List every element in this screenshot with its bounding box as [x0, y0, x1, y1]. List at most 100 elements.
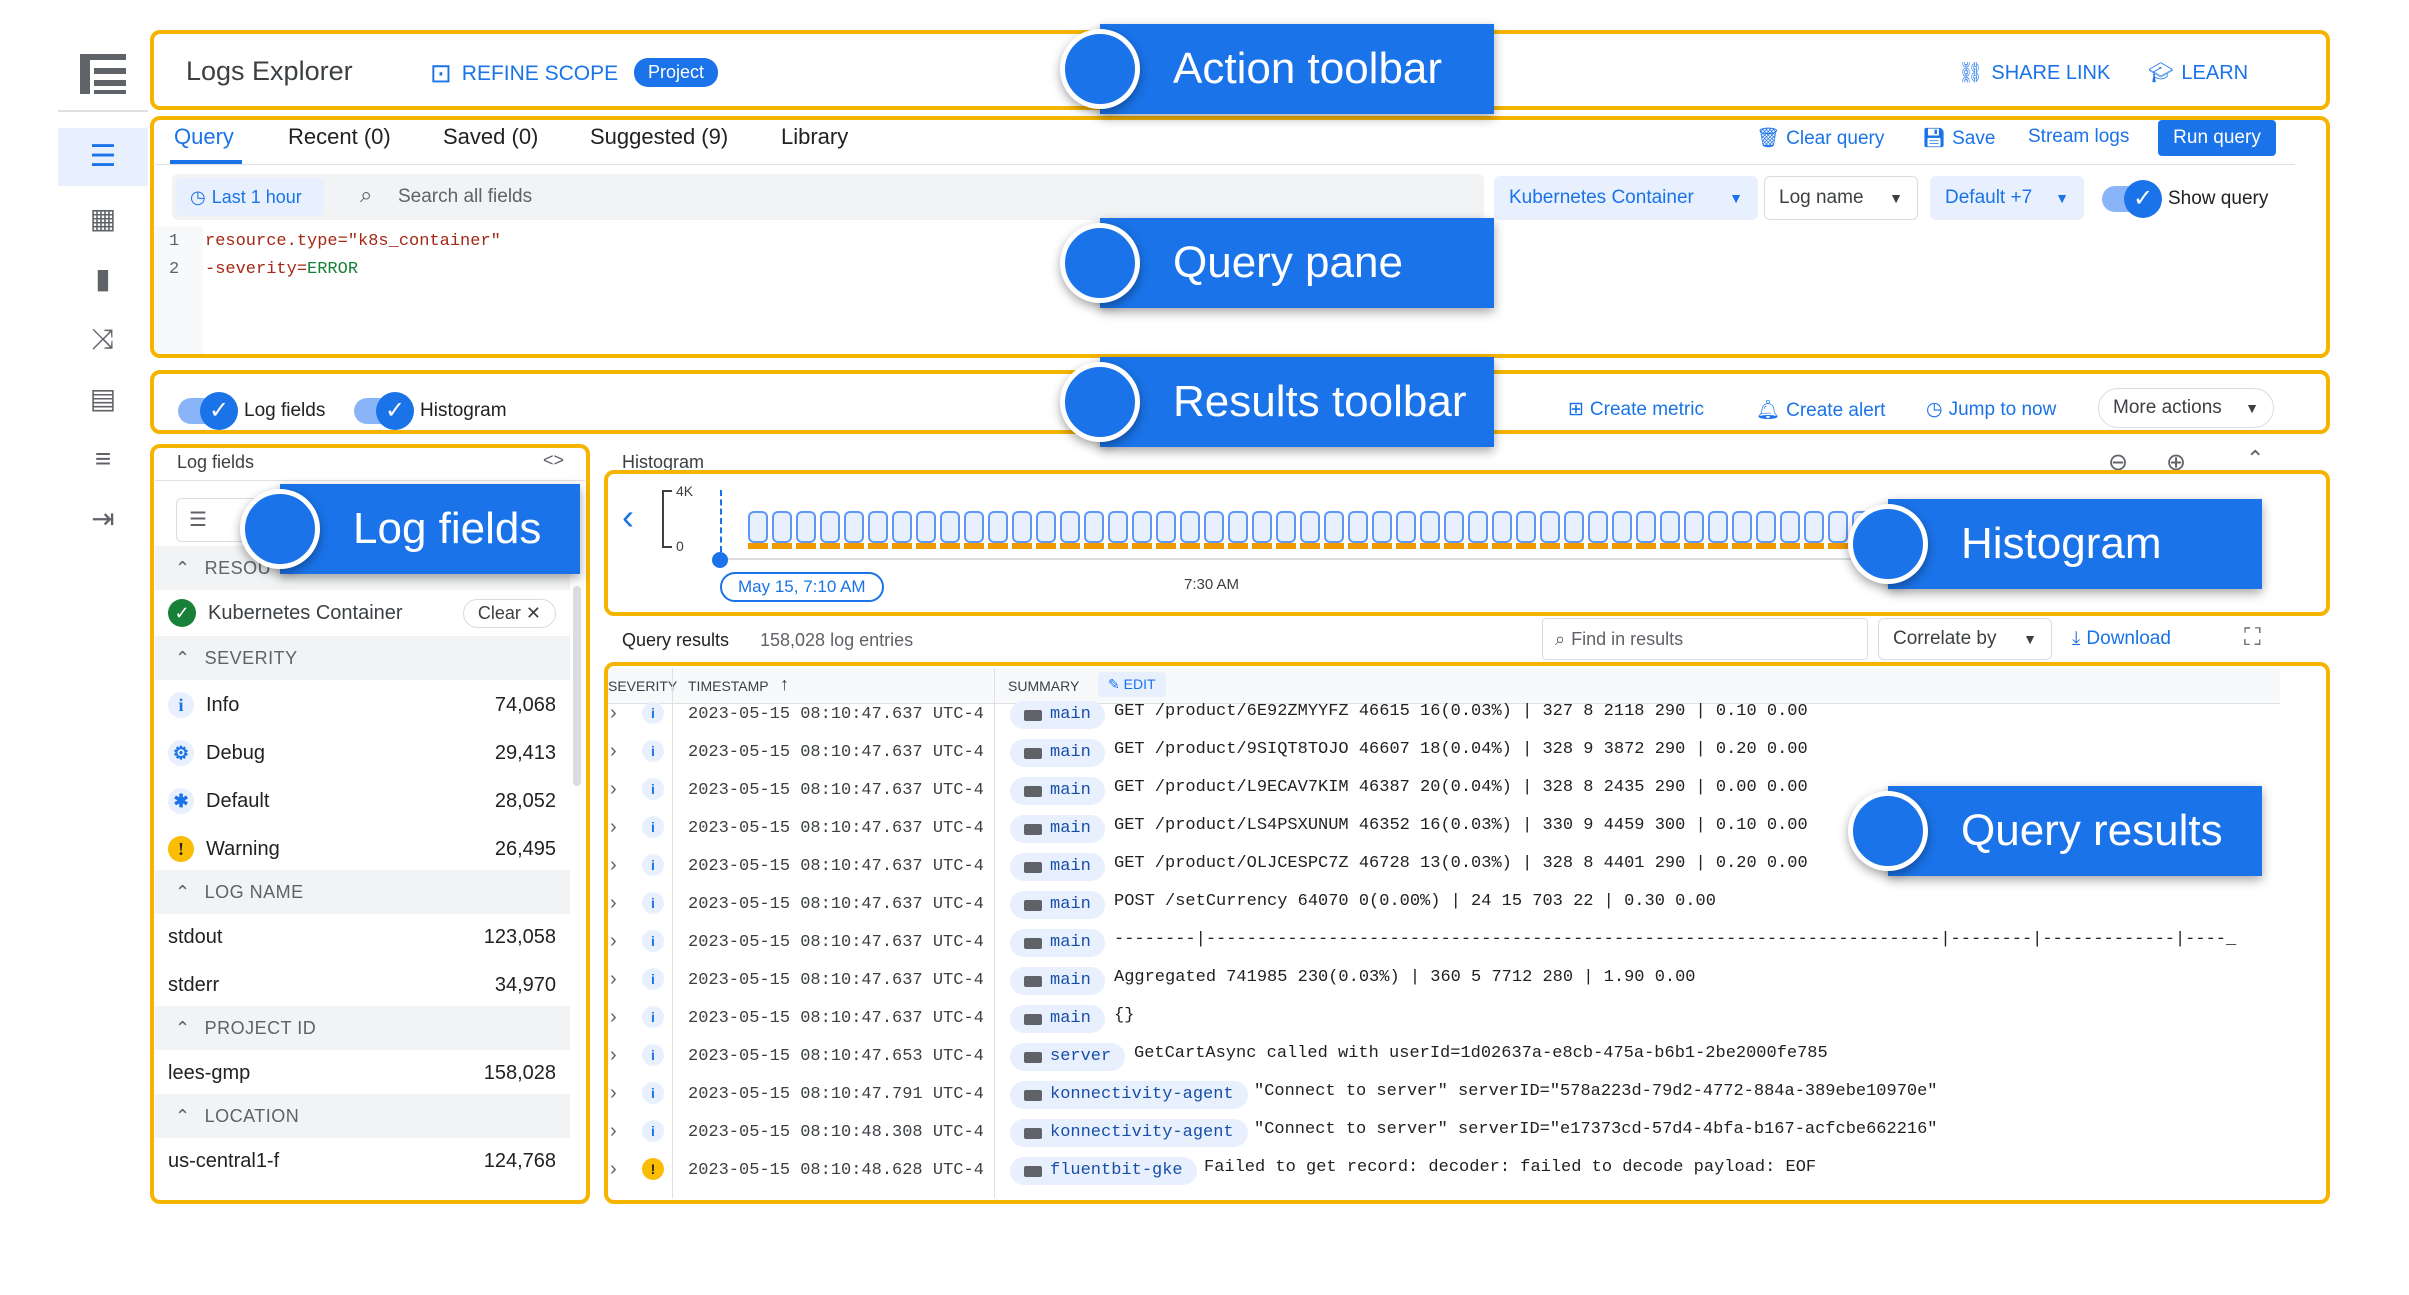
clear-filter-chip[interactable]: Clear ✕: [462, 598, 556, 628]
time-range-chip[interactable]: ◷ Last 1 hour: [176, 178, 324, 216]
severity-row-debug[interactable]: ⚙ Debug 29,413: [168, 730, 570, 776]
collapse-histogram-icon[interactable]: ⌃: [2246, 446, 2264, 472]
log-fields-divider: [155, 480, 585, 481]
resource-dropdown[interactable]: Kubernetes Container ▼: [1494, 176, 1758, 220]
clear-query-button[interactable]: 🗑︎ Clear query: [1756, 126, 1884, 150]
search-input[interactable]: Search all fields: [398, 186, 532, 208]
table-row[interactable]: › i 2023-05-15 08:10:47.791 UTC-4 konnectiv…: [604, 1076, 2264, 1114]
row-tag[interactable]: main: [1010, 777, 1105, 805]
tab-query[interactable]: Query: [174, 124, 234, 150]
severity-count: 28,052: [494, 789, 556, 812]
logs-menu-icon[interactable]: [80, 54, 126, 94]
jump-to-now-button[interactable]: ◷ Jump to now: [1926, 398, 2056, 421]
tab-library[interactable]: Library: [781, 124, 848, 150]
zoom-in-icon[interactable]: ⊕: [2166, 448, 2186, 477]
severity-dropdown[interactable]: Default +7 ▼: [1930, 176, 2084, 220]
fullscreen-icon[interactable]: ⛶: [2244, 624, 2261, 652]
tab-saved[interactable]: Saved (0): [443, 124, 538, 150]
log-fields-toggle[interactable]: ✓: [178, 392, 238, 430]
col-timestamp[interactable]: TIMESTAMP: [688, 678, 769, 694]
close-icon: ✕: [525, 602, 541, 623]
tab-suggested[interactable]: Suggested (9): [590, 124, 728, 150]
learn-button[interactable]: 🎓︎ LEARN: [2148, 60, 2248, 85]
create-alert-button[interactable]: 🔔︎ Create alert: [1756, 398, 1885, 422]
save-button[interactable]: 💾︎ Save: [1922, 126, 1995, 150]
scope-badge: Project: [634, 58, 719, 87]
severity-section-header[interactable]: ⌃ SEVERITY: [155, 636, 570, 680]
location-row[interactable]: us-central1-f 124,768: [168, 1138, 570, 1184]
stream-logs-button[interactable]: Stream logs: [2028, 126, 2129, 148]
nav-log-analytics-icon[interactable]: ≡: [58, 430, 148, 488]
log-name-row-stderr[interactable]: stderr 34,970: [168, 962, 570, 1008]
find-in-results-field[interactable]: ⌕ Find in results: [1542, 618, 1868, 660]
row-tag[interactable]: main: [1010, 701, 1105, 729]
action-toolbar-callout: Action toolbar: [1060, 24, 1494, 114]
tab-recent[interactable]: Recent (0): [288, 124, 391, 150]
table-row[interactable]: › i 2023-05-15 08:10:47.637 UTC-4 main -----…: [604, 924, 2264, 962]
row-tag[interactable]: fluentbit-gke: [1010, 1157, 1197, 1185]
collapse-panel-icon[interactable]: <>: [543, 450, 564, 471]
more-actions-dropdown[interactable]: More actions ▼: [2098, 388, 2274, 428]
refine-scope-button[interactable]: ⊡ REFINE SCOPE: [430, 58, 618, 89]
row-tag[interactable]: konnectivity-agent: [1010, 1119, 1248, 1147]
row-tag[interactable]: main: [1010, 815, 1105, 843]
col-summary[interactable]: SUMMARY: [1008, 678, 1079, 694]
resource-value-row[interactable]: ✓ Kubernetes Container Clear ✕: [168, 590, 570, 636]
histogram-y-min: 0: [676, 538, 684, 554]
row-tag[interactable]: main: [1010, 891, 1105, 919]
location-section-header[interactable]: ⌃ LOCATION: [155, 1094, 570, 1138]
nav-logs-explorer-icon[interactable]: ☰: [58, 128, 148, 186]
zoom-out-icon[interactable]: ⊖: [2108, 448, 2128, 477]
project-row[interactable]: lees-gmp 158,028: [168, 1050, 570, 1096]
row-tag[interactable]: server: [1010, 1043, 1126, 1071]
log-fields-scrollbar[interactable]: [573, 586, 581, 786]
severity-row-info[interactable]: i Info 74,068: [168, 682, 570, 728]
nav-router-icon[interactable]: ⤨: [58, 310, 148, 368]
table-row[interactable]: › i 2023-05-15 08:10:47.637 UTC-4 main POST …: [604, 886, 2264, 924]
row-tag[interactable]: main: [1010, 739, 1105, 767]
row-tag[interactable]: main: [1010, 1005, 1105, 1033]
nav-sink-icon[interactable]: ⇥: [58, 490, 148, 548]
create-metric-button[interactable]: ⊞ Create metric: [1568, 398, 1704, 421]
histogram-range-handle[interactable]: [712, 552, 728, 568]
table-row[interactable]: › i 2023-05-15 08:10:47.637 UTC-4 main GET /…: [604, 734, 2264, 772]
row-tag[interactable]: main: [1010, 929, 1105, 957]
severity-label: Warning: [206, 837, 280, 860]
col-severity[interactable]: SEVERITY: [608, 678, 677, 694]
table-row[interactable]: › i 2023-05-15 08:10:47.637 UTC-4 main {}: [604, 1000, 2264, 1038]
share-link-button[interactable]: ⛓ SHARE LINK: [1958, 60, 2110, 85]
nav-storage-icon[interactable]: ▤: [58, 370, 148, 428]
table-row[interactable]: › i 2023-05-15 08:10:47.637 UTC-4 main Aggr…: [604, 962, 2264, 1000]
check-circle-icon: ✓: [168, 599, 196, 627]
table-row[interactable]: › i 2023-05-15 08:10:48.308 UTC-4 konnectiv…: [604, 1114, 2264, 1152]
table-row[interactable]: › i 2023-05-15 08:10:47.653 UTC-4 server Get…: [604, 1038, 2264, 1076]
row-tag[interactable]: main: [1010, 853, 1105, 881]
show-query-toggle[interactable]: ✓: [2102, 180, 2162, 218]
run-query-button[interactable]: Run query: [2158, 120, 2276, 156]
histogram-toggle[interactable]: ✓: [354, 392, 414, 430]
log-name-dropdown[interactable]: Log name ▼: [1764, 176, 1918, 220]
correlate-by-dropdown[interactable]: Correlate by ▼: [1878, 618, 2052, 660]
download-button[interactable]: ⤓ Download: [2072, 628, 2171, 650]
row-tag[interactable]: konnectivity-agent: [1010, 1081, 1248, 1109]
search-icon: ⌕: [360, 182, 373, 207]
editor-line-number-1: 1: [169, 232, 180, 251]
project-section-header[interactable]: ⌃ PROJECT ID: [155, 1006, 570, 1050]
table-row[interactable]: ›! 2023-05-15 08:10:48.628 UTC-4 fluentbit…: [604, 1152, 2264, 1190]
edit-summary-button[interactable]: ✎ EDIT: [1098, 672, 1166, 697]
nav-metrics-icon[interactable]: ▮: [58, 250, 148, 308]
log-name-section-header[interactable]: ⌃ LOG NAME: [155, 870, 570, 914]
nav-dashboard-icon[interactable]: ▦: [58, 190, 148, 248]
histogram-prev-icon[interactable]: ‹: [622, 496, 634, 538]
histogram-bar: [748, 511, 768, 549]
table-row[interactable]: › i 2023-05-15 08:10:47.637 UTC-4 main GET /…: [604, 696, 2264, 734]
row-tag[interactable]: main: [1010, 967, 1105, 995]
severity-row-warning[interactable]: ! Warning 26,495: [168, 826, 570, 872]
info-icon: i: [642, 1120, 664, 1142]
chevron-right-icon: ›: [610, 1006, 617, 1028]
histogram-bar: [1036, 511, 1056, 549]
histogram-start-chip[interactable]: May 15, 7:10 AM: [720, 572, 884, 602]
log-name-label: stderr: [168, 973, 220, 996]
log-name-row-stdout[interactable]: stdout 123,058: [168, 914, 570, 960]
severity-row-default[interactable]: ✱ Default 28,052: [168, 778, 570, 824]
